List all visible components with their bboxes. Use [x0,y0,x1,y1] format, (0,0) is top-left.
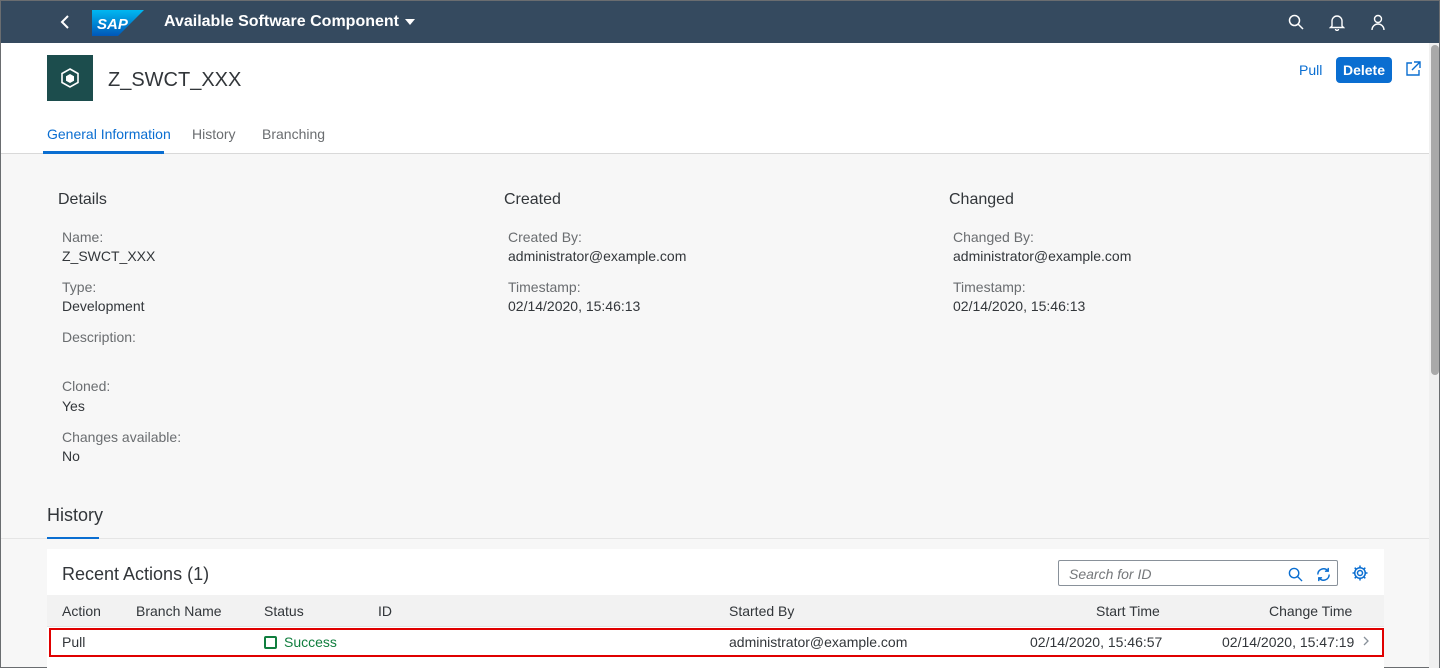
recent-actions-title: Recent Actions (1) [62,564,210,584]
column-header-change-time[interactable]: Change Time [1269,603,1352,619]
created-by-value: administrator@example.com [508,248,687,264]
name-value: Z_SWCT_XXX [62,248,156,264]
search-icon[interactable] [1285,564,1305,584]
column-header-action[interactable]: Action [62,603,101,619]
column-header-branch-name[interactable]: Branch Name [136,603,222,619]
cell-action: Pull [62,634,86,650]
chevron-right-icon[interactable] [1362,634,1372,648]
changed-title: Changed [949,191,1014,208]
type-label: Type: [62,279,97,295]
history-section-title: History [47,505,104,525]
tab-general-information[interactable]: General Information [47,126,171,142]
changed-timestamp-value: 02/14/2020, 15:46:13 [953,298,1086,314]
search-input[interactable]: Search for ID [1069,566,1151,582]
status-text: Success [284,634,337,650]
app-title-menu[interactable]: Available Software Component [164,13,415,31]
column-header-id[interactable]: ID [378,603,392,619]
back-icon[interactable] [53,10,77,34]
delete-button[interactable]: Delete [1336,57,1392,83]
changes-available-value: No [62,448,80,464]
description-label: Description: [62,329,136,345]
bell-icon[interactable] [1326,11,1348,33]
share-icon[interactable] [1404,60,1424,80]
caret-down-icon [405,19,415,25]
table-header [47,595,1384,627]
cell-start-time: 02/14/2020, 15:46:57 [1030,634,1163,650]
changed-by-value: administrator@example.com [953,248,1132,264]
column-header-start-time[interactable]: Start Time [1096,603,1160,619]
cell-change-time: 02/14/2020, 15:47:19 [1222,634,1355,650]
gear-icon[interactable] [1351,564,1371,584]
object-title: Z_SWCT_XXX [108,69,242,91]
changes-available-label: Changes available: [62,429,182,445]
section-divider [1,538,1429,539]
name-label: Name: [62,229,104,245]
changed-timestamp-label: Timestamp: [953,279,1026,295]
details-title: Details [58,191,107,208]
scrollbar-thumb[interactable] [1431,45,1439,375]
status-success-icon [264,635,277,649]
cell-status: Success [264,634,337,650]
sap-logo: SAP [92,10,144,36]
search-icon[interactable] [1285,11,1307,33]
search-field[interactable]: Search for ID [1058,560,1338,586]
type-value: Development [62,298,145,314]
column-header-status[interactable]: Status [264,603,304,619]
tab-history[interactable]: History [192,126,236,142]
table-row[interactable] [49,628,1384,657]
created-title: Created [504,191,561,208]
active-tab-indicator [43,151,164,154]
created-by-label: Created By: [508,229,582,245]
changed-by-label: Changed By: [953,229,1034,245]
pull-button[interactable]: Pull [1299,62,1322,78]
cube-icon [47,55,93,101]
svg-text:SAP: SAP [97,16,129,33]
user-icon[interactable] [1367,11,1389,33]
cloned-label: Cloned: [62,378,111,394]
shell-bar: SAP Available Software Component [1,1,1439,43]
history-title-underline [47,537,99,539]
cell-started-by: administrator@example.com [729,634,908,650]
cloned-value: Yes [62,398,85,414]
column-header-started-by[interactable]: Started By [729,603,794,619]
tab-branching[interactable]: Branching [262,126,325,142]
app-title: Available Software Component [164,13,399,30]
refresh-icon[interactable] [1313,564,1333,584]
created-timestamp-label: Timestamp: [508,279,581,295]
object-header: Z_SWCT_XXX Pull Delete General Informati… [1,43,1429,154]
created-timestamp-value: 02/14/2020, 15:46:13 [508,298,641,314]
